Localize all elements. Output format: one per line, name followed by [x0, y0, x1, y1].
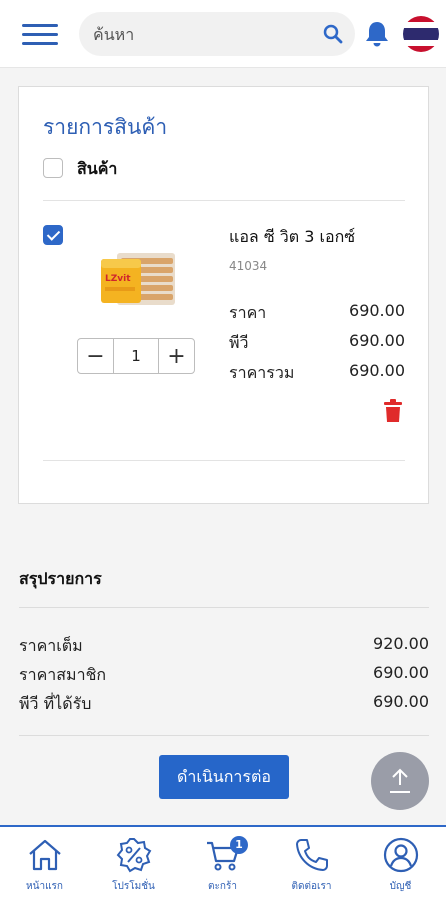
select-all-label: สินค้า	[77, 159, 118, 178]
svg-text:LZvit: LZvit	[105, 274, 131, 284]
search-icon[interactable]	[323, 24, 343, 44]
nav-home[interactable]: หน้าแรก	[0, 827, 89, 900]
summary-value: 690.00	[373, 663, 429, 682]
total-value: 690.00	[349, 361, 405, 380]
phone-icon	[296, 839, 328, 871]
nav-cart[interactable]: 1 ตะกร้า	[178, 827, 267, 900]
nav-label: ติดต่อเรา	[291, 881, 332, 892]
price-value: 690.00	[349, 301, 405, 320]
summary-label: ราคาสมาชิก	[19, 665, 107, 684]
product-image: LZvit	[101, 253, 175, 305]
menu-icon[interactable]	[22, 24, 58, 46]
increase-quantity-button[interactable]: +	[159, 339, 194, 373]
nav-label: ตะกร้า	[208, 881, 237, 892]
order-summary: สรุปรายการ ราคาเต็ม 920.00 ราคาสมาชิก 69…	[0, 540, 446, 825]
nav-label: โปรโมชั่น	[112, 881, 155, 892]
search-bar	[79, 12, 355, 56]
decrease-quantity-button[interactable]: −	[78, 339, 113, 373]
bottom-navigation: หน้าแรก โปรโมชั่น 1 ตะกร้า ติดต่อเรา บัญ…	[0, 825, 446, 900]
search-input[interactable]	[93, 12, 313, 56]
item-checkbox[interactable]	[43, 225, 63, 245]
summary-value: 690.00	[373, 692, 429, 711]
scroll-to-top-button[interactable]	[371, 752, 429, 810]
cart-count-badge: 1	[230, 836, 248, 854]
cart-card: รายการสินค้า สินค้า LZvit − + แอล ซี วิต…	[18, 86, 429, 504]
top-header	[0, 0, 446, 68]
pv-label: พีวี	[229, 333, 249, 352]
product-name[interactable]: แอล ซี วิต 3 เอกซ์	[229, 225, 355, 250]
nav-label: หน้าแรก	[26, 881, 63, 892]
total-label: ราคารวม	[229, 363, 295, 382]
nav-account[interactable]: บัญชี	[356, 827, 445, 900]
nav-promotion[interactable]: โปรโมชั่น	[89, 827, 178, 900]
divider	[19, 735, 429, 736]
nav-contact[interactable]: ติดต่อเรา	[267, 827, 356, 900]
divider	[43, 200, 405, 201]
summary-value: 920.00	[373, 634, 429, 653]
thai-flag-icon[interactable]	[403, 16, 439, 52]
pv-value: 690.00	[349, 331, 405, 350]
quantity-input[interactable]	[113, 339, 159, 373]
bell-icon[interactable]	[364, 20, 390, 48]
price-label: ราคา	[229, 303, 267, 322]
divider	[43, 460, 405, 461]
divider	[19, 607, 429, 608]
continue-button[interactable]: ดำเนินการต่อ	[159, 755, 289, 799]
summary-label: ราคาเต็ม	[19, 636, 83, 655]
upload-arrow-icon	[390, 768, 410, 793]
quantity-stepper: − +	[77, 338, 195, 374]
account-icon	[383, 837, 419, 873]
summary-label: พีวี ที่ได้รับ	[19, 694, 92, 713]
summary-title: สรุปรายการ	[19, 569, 102, 588]
select-all-checkbox[interactable]	[43, 158, 63, 178]
nav-label: บัญชี	[389, 881, 412, 892]
product-code: 41034	[229, 259, 268, 273]
home-icon	[29, 839, 61, 871]
trash-icon[interactable]	[383, 399, 403, 423]
promotion-icon	[116, 838, 152, 873]
cart-title: รายการสินค้า	[43, 115, 168, 139]
